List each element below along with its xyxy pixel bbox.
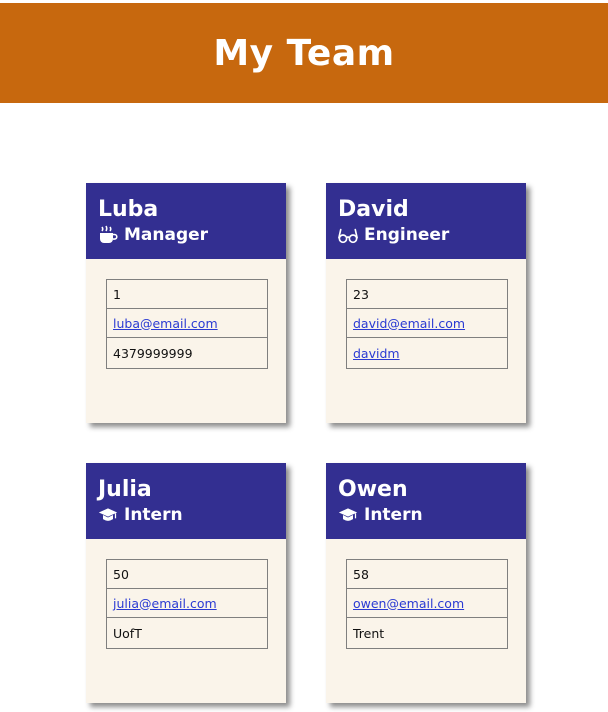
member-info-list: 1 luba@email.com 4379999999 bbox=[106, 279, 268, 369]
card-header: Luba Manager bbox=[86, 183, 286, 259]
member-email-link[interactable]: julia@email.com bbox=[113, 596, 217, 611]
card-header: Owen Intern bbox=[326, 463, 526, 539]
team-card-david: David Engineer 23 david@email.com davidm bbox=[326, 183, 526, 423]
member-role-label: Manager bbox=[124, 225, 209, 245]
member-name: Julia bbox=[98, 477, 152, 502]
member-info-list: 58 owen@email.com Trent bbox=[346, 559, 508, 649]
member-id: 1 bbox=[107, 280, 267, 309]
member-name: Luba bbox=[98, 197, 159, 222]
member-email-row: julia@email.com bbox=[107, 589, 267, 618]
team-card-julia: Julia Intern 50 julia@email.com UofT bbox=[86, 463, 286, 703]
member-email-link[interactable]: luba@email.com bbox=[113, 316, 218, 331]
card-header: Julia Intern bbox=[86, 463, 286, 539]
member-id: 58 bbox=[347, 560, 507, 589]
member-role-label: Engineer bbox=[364, 225, 450, 245]
member-email-link[interactable]: owen@email.com bbox=[353, 596, 464, 611]
member-role-label: Intern bbox=[364, 505, 423, 525]
member-name: Owen bbox=[338, 477, 408, 502]
member-role: Intern bbox=[338, 504, 514, 526]
team-card-luba: Luba Manager 1 luba@email.com 4379999999 bbox=[86, 183, 286, 423]
member-id: 50 bbox=[107, 560, 267, 589]
member-office-number: 4379999999 bbox=[113, 345, 193, 361]
member-role: Engineer bbox=[338, 224, 514, 246]
member-info-list: 50 julia@email.com UofT bbox=[106, 559, 268, 649]
coffee-icon bbox=[98, 225, 118, 245]
member-github-row: davidm bbox=[347, 338, 507, 368]
member-role-label: Intern bbox=[124, 505, 183, 525]
member-role: Manager bbox=[98, 224, 274, 246]
member-role: Intern bbox=[98, 504, 274, 526]
member-school: UofT bbox=[113, 625, 142, 641]
team-card-owen: Owen Intern 58 owen@email.com Trent bbox=[326, 463, 526, 703]
page-title: My Team bbox=[213, 32, 395, 74]
glasses-icon bbox=[338, 225, 358, 245]
member-name: David bbox=[338, 197, 409, 222]
member-email-link[interactable]: david@email.com bbox=[353, 316, 465, 331]
member-info-list: 23 david@email.com davidm bbox=[346, 279, 508, 369]
member-email-row: luba@email.com bbox=[107, 309, 267, 338]
graduation-cap-icon bbox=[338, 505, 358, 525]
member-email-row: owen@email.com bbox=[347, 589, 507, 618]
member-email-row: david@email.com bbox=[347, 309, 507, 338]
page-banner: My Team bbox=[0, 3, 608, 103]
member-school: Trent bbox=[353, 625, 385, 641]
card-header: David Engineer bbox=[326, 183, 526, 259]
graduation-cap-icon bbox=[98, 505, 118, 525]
member-id: 23 bbox=[347, 280, 507, 309]
member-github-link[interactable]: davidm bbox=[353, 346, 400, 361]
